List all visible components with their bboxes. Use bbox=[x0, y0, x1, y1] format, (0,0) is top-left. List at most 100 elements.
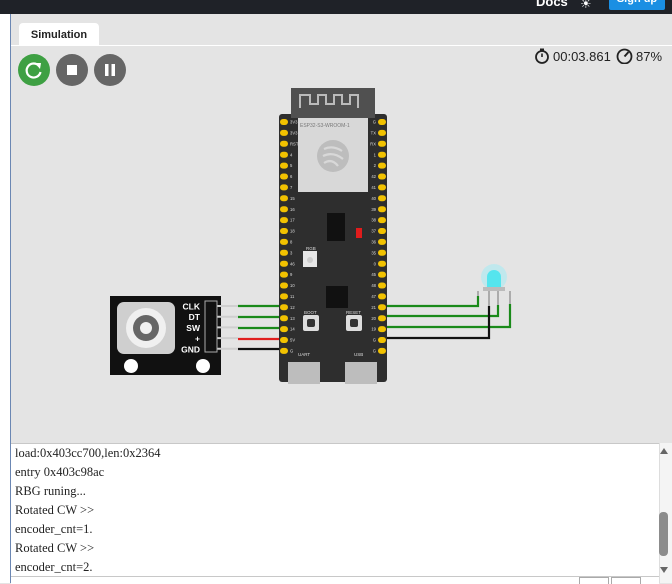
header-pin[interactable] bbox=[280, 249, 288, 256]
svg-text:BOOT: BOOT bbox=[304, 310, 317, 315]
pin-label: 13 bbox=[290, 316, 295, 321]
pin-label: 40 bbox=[371, 196, 376, 201]
header-pin[interactable] bbox=[378, 260, 386, 267]
header-pin[interactable] bbox=[378, 304, 386, 311]
header-pin[interactable] bbox=[378, 228, 386, 234]
pin-label: 5V bbox=[290, 338, 295, 343]
pin-label: 21 bbox=[371, 305, 376, 310]
console-line: RBG runing... bbox=[15, 484, 86, 498]
header-pin[interactable] bbox=[280, 271, 288, 278]
header-pin[interactable] bbox=[280, 173, 288, 180]
pin-label: 38 bbox=[371, 218, 376, 223]
pin-label: 42 bbox=[371, 174, 376, 179]
console-line: encoder_cnt=1. bbox=[15, 522, 93, 536]
pin-label: 3V3 bbox=[290, 120, 298, 125]
svg-text:UART: UART bbox=[298, 352, 310, 357]
pin-label: 35 bbox=[371, 250, 376, 255]
header-pin[interactable] bbox=[378, 206, 386, 213]
svg-text:RGB: RGB bbox=[306, 246, 316, 251]
header-pin[interactable] bbox=[378, 129, 386, 136]
console-line: Rotated CW >> bbox=[15, 503, 95, 517]
rgb-led[interactable] bbox=[477, 264, 511, 306]
header-pin[interactable] bbox=[280, 282, 288, 289]
header-pin[interactable] bbox=[378, 249, 386, 256]
power-led bbox=[356, 228, 362, 238]
header-pin[interactable] bbox=[280, 347, 288, 354]
esp32-board[interactable]: ESP32-S3-WROOM-1 RGB BOOT RESET UART USB… bbox=[279, 88, 387, 384]
pin-label: 12 bbox=[290, 305, 295, 310]
pin-label: 17 bbox=[290, 218, 295, 223]
header-pin[interactable] bbox=[280, 315, 288, 322]
header-pin[interactable] bbox=[280, 238, 288, 245]
header-pin[interactable] bbox=[378, 315, 386, 322]
pin-label: 39 bbox=[371, 207, 376, 212]
scroll-thumb[interactable] bbox=[659, 512, 668, 556]
scroll-up-icon[interactable] bbox=[660, 448, 668, 454]
header-pin[interactable] bbox=[280, 260, 288, 267]
encoder-pin-label: DT bbox=[189, 312, 201, 322]
header-pin[interactable] bbox=[378, 184, 386, 191]
header-pin[interactable] bbox=[280, 217, 288, 224]
encoder-pin-label: SW bbox=[186, 323, 201, 333]
header-pin[interactable] bbox=[280, 140, 288, 147]
header-pin[interactable] bbox=[378, 238, 386, 245]
header-pin[interactable] bbox=[280, 129, 288, 136]
header-pin[interactable] bbox=[378, 119, 386, 125]
header-pin[interactable] bbox=[378, 140, 386, 147]
encoder-pin-label: CLK bbox=[183, 302, 201, 312]
header-pin[interactable] bbox=[378, 195, 386, 202]
pin-label: 14 bbox=[290, 327, 295, 332]
pin-label: 47 bbox=[371, 294, 376, 299]
header-pin[interactable] bbox=[280, 337, 288, 343]
header-pin[interactable] bbox=[280, 184, 288, 191]
pin-label: 3V3 bbox=[290, 131, 298, 136]
header-pin[interactable] bbox=[280, 162, 288, 169]
circuit-canvas[interactable]: ESP32-S3-WROOM-1 RGB BOOT RESET UART USB… bbox=[0, 0, 672, 443]
header-pin[interactable] bbox=[280, 151, 288, 158]
header-pin[interactable] bbox=[378, 162, 386, 169]
header-pin[interactable] bbox=[378, 337, 386, 343]
pin-label: G bbox=[373, 349, 376, 354]
header-pin[interactable] bbox=[378, 173, 386, 180]
console-line: Rotated CW >> bbox=[15, 541, 95, 555]
header-pin[interactable] bbox=[280, 304, 288, 311]
header-pin[interactable] bbox=[280, 293, 288, 300]
mount-hole bbox=[196, 359, 210, 373]
uart-port bbox=[288, 362, 320, 384]
pin-label: RX bbox=[370, 141, 376, 146]
pin-label: 45 bbox=[371, 272, 376, 277]
encoder-pin-label: + bbox=[195, 334, 200, 344]
console-line: encoder_cnt=2. bbox=[15, 560, 93, 574]
header-pin[interactable] bbox=[280, 326, 288, 333]
header-pin[interactable] bbox=[378, 217, 386, 224]
console-line: load:0x403cc700,len:0x2364 bbox=[15, 446, 161, 460]
pin-label: 10 bbox=[290, 283, 295, 288]
pin-label: 16 bbox=[290, 207, 295, 212]
header-pin[interactable] bbox=[280, 195, 288, 202]
header-pin[interactable] bbox=[280, 206, 288, 213]
pin-label: 19 bbox=[371, 327, 376, 332]
scroll-down-icon[interactable] bbox=[660, 567, 668, 573]
rotary-encoder[interactable]: CLKDTSW+GND bbox=[110, 296, 238, 375]
header-pin[interactable] bbox=[378, 282, 386, 289]
header-pin[interactable] bbox=[378, 271, 386, 278]
svg-text:RESET: RESET bbox=[346, 310, 361, 315]
pin-label: 41 bbox=[371, 185, 376, 190]
pin-label: 11 bbox=[290, 294, 295, 299]
header-pin[interactable] bbox=[280, 228, 288, 234]
serial-monitor[interactable]: load:0x403cc700,len:0x2364 entry 0x403c9… bbox=[11, 443, 659, 577]
header-pin[interactable] bbox=[378, 326, 386, 333]
header-pin[interactable] bbox=[378, 293, 386, 300]
pin-label: G bbox=[373, 338, 376, 343]
header-pin[interactable] bbox=[280, 119, 288, 125]
pin-label: TX bbox=[371, 131, 377, 136]
console-line: entry 0x403c98ac bbox=[15, 465, 105, 479]
header-pin[interactable] bbox=[378, 151, 386, 158]
pin-label: 37 bbox=[371, 229, 376, 234]
svg-text:USB: USB bbox=[354, 352, 363, 357]
header-pin[interactable] bbox=[378, 347, 386, 354]
pin-label: 48 bbox=[371, 283, 376, 288]
pin-label: G bbox=[373, 120, 376, 125]
pin-label: 18 bbox=[290, 229, 295, 234]
pin-label: 20 bbox=[371, 316, 376, 321]
